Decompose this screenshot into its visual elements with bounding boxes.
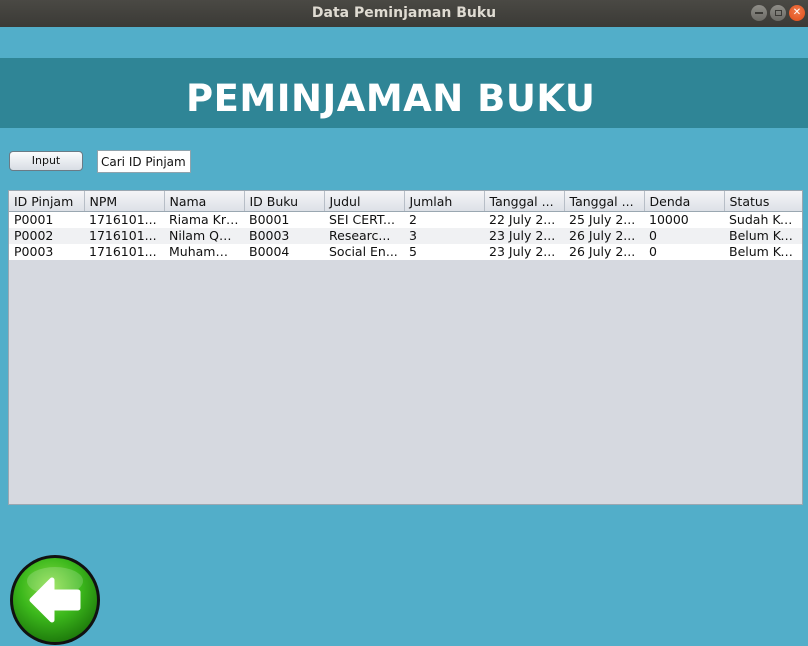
table-cell[interactable]: B0004 bbox=[244, 244, 324, 260]
table-cell[interactable]: 0 bbox=[644, 228, 724, 244]
table-cell[interactable]: P0002 bbox=[9, 228, 84, 244]
table-cell[interactable]: P0001 bbox=[9, 211, 84, 228]
table-header-row: ID Pinjam NPM Nama ID Buku Judul Jumlah Tangga… bbox=[9, 191, 802, 212]
column-header[interactable]: Status bbox=[724, 191, 802, 212]
column-header[interactable]: Nama bbox=[164, 191, 245, 212]
table-cell[interactable]: 10000 bbox=[644, 211, 724, 228]
table-cell[interactable]: Social En... bbox=[324, 244, 404, 260]
table-cell[interactable]: 0 bbox=[644, 244, 724, 260]
table-cell[interactable]: SEI CERT... bbox=[324, 211, 404, 228]
maximize-icon[interactable] bbox=[770, 5, 786, 21]
table-cell[interactable]: Belum Ke... bbox=[724, 228, 802, 244]
table-cell[interactable]: 23 July 2... bbox=[484, 244, 564, 260]
column-header[interactable]: NPM bbox=[84, 191, 165, 212]
column-header[interactable]: Tanggal ... bbox=[484, 191, 565, 212]
table-cell[interactable]: 1716101... bbox=[84, 211, 164, 228]
column-header[interactable]: ID Pinjam bbox=[9, 191, 85, 212]
table-cell[interactable]: 26 July 2... bbox=[564, 244, 644, 260]
table-cell[interactable]: 1716101... bbox=[84, 228, 164, 244]
back-arrow-icon bbox=[13, 558, 97, 642]
minimize-icon[interactable] bbox=[751, 5, 767, 21]
title-bar: Data Peminjaman Buku ✕ bbox=[0, 0, 808, 27]
column-header[interactable]: ID Buku bbox=[244, 191, 325, 212]
table-cell[interactable]: Belum Ke... bbox=[724, 244, 802, 260]
back-button[interactable] bbox=[10, 555, 100, 645]
table-cell[interactable]: 2 bbox=[404, 211, 484, 228]
table-cell[interactable]: 23 July 2... bbox=[484, 228, 564, 244]
table-cell[interactable]: 1716101... bbox=[84, 244, 164, 260]
table-cell[interactable]: 3 bbox=[404, 228, 484, 244]
table-row[interactable]: P0002 1716101... Nilam Qolbi B0003 Researc..… bbox=[9, 228, 802, 244]
table-row[interactable]: P0003 1716101... Muhamm... B0004 Social En..… bbox=[9, 244, 802, 260]
table-cell[interactable]: Riama Kri... bbox=[164, 211, 244, 228]
input-button[interactable]: Input bbox=[9, 151, 83, 171]
table-cell[interactable]: Muhamm... bbox=[164, 244, 244, 260]
column-header[interactable]: Jumlah bbox=[404, 191, 485, 212]
table-cell[interactable]: 25 July 2... bbox=[564, 211, 644, 228]
table-cell[interactable]: 22 July 2... bbox=[484, 211, 564, 228]
column-header[interactable]: Judul bbox=[324, 191, 405, 212]
search-input[interactable] bbox=[97, 150, 191, 173]
window-title: Data Peminjaman Buku bbox=[311, 5, 497, 21]
page-title: PEMINJAMAN BUKU bbox=[186, 77, 596, 120]
table-row[interactable]: P0001 1716101... Riama Kri... B0001 SEI CER… bbox=[9, 211, 802, 228]
column-header[interactable]: Denda bbox=[644, 191, 725, 212]
column-header[interactable]: Tanggal ... bbox=[564, 191, 645, 212]
table-cell[interactable]: Researc... bbox=[324, 228, 404, 244]
table-cell[interactable]: B0003 bbox=[244, 228, 324, 244]
table-cell[interactable]: 5 bbox=[404, 244, 484, 260]
table-cell[interactable]: 26 July 2... bbox=[564, 228, 644, 244]
table-cell[interactable]: Nilam Qolbi bbox=[164, 228, 244, 244]
table-cell[interactable]: Sudah Ke... bbox=[724, 211, 802, 228]
table-cell[interactable]: B0001 bbox=[244, 211, 324, 228]
table-cell[interactable]: P0003 bbox=[9, 244, 84, 260]
loan-table[interactable]: ID Pinjam NPM Nama ID Buku Judul Jumlah Tangga… bbox=[8, 190, 803, 505]
window-controls: ✕ bbox=[751, 5, 805, 21]
header-banner: PEMINJAMAN BUKU bbox=[0, 58, 808, 128]
close-icon[interactable]: ✕ bbox=[789, 5, 805, 21]
